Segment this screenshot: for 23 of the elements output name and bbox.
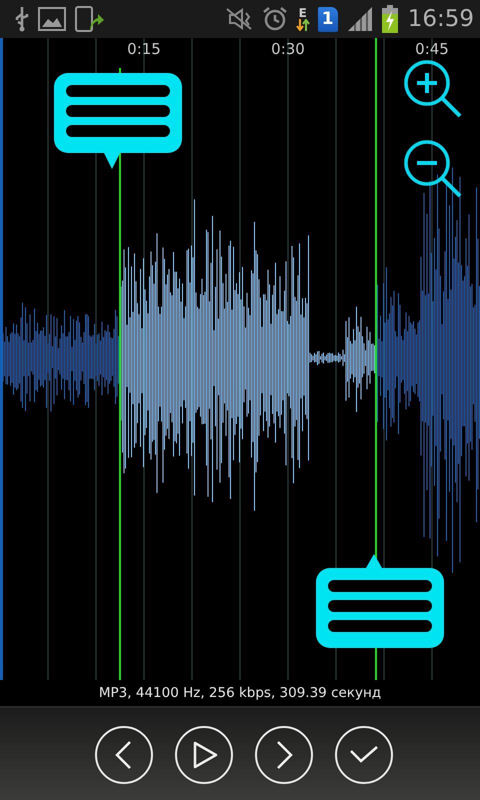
end-marker-handle[interactable]	[316, 554, 444, 650]
time-label: 0:15	[127, 40, 161, 58]
mute-icon	[224, 6, 254, 32]
previous-button[interactable]	[95, 726, 153, 784]
zoom-in-icon[interactable]	[402, 58, 464, 120]
picture-icon	[38, 6, 66, 32]
confirm-button[interactable]	[335, 726, 393, 784]
next-button[interactable]	[255, 726, 313, 784]
signal-icon	[346, 6, 374, 32]
file-info: MP3, 44100 Hz, 256 kbps, 309.39 секунд	[98, 685, 382, 701]
phone-upload-icon	[74, 5, 104, 33]
time-label: 0:30	[271, 40, 305, 58]
play-button[interactable]	[175, 726, 233, 784]
sim-badge: 1	[318, 6, 338, 32]
network-type: E	[298, 7, 307, 19]
zoom-out-icon[interactable]	[402, 138, 464, 200]
clock-time: 16:59	[408, 6, 474, 32]
battery-icon	[382, 5, 398, 33]
usb-icon	[14, 6, 30, 32]
time-label: 0:45	[415, 40, 449, 58]
data-arrows-icon	[296, 19, 310, 31]
start-marker-handle[interactable]	[54, 73, 182, 169]
alarm-clock-icon	[262, 6, 288, 32]
